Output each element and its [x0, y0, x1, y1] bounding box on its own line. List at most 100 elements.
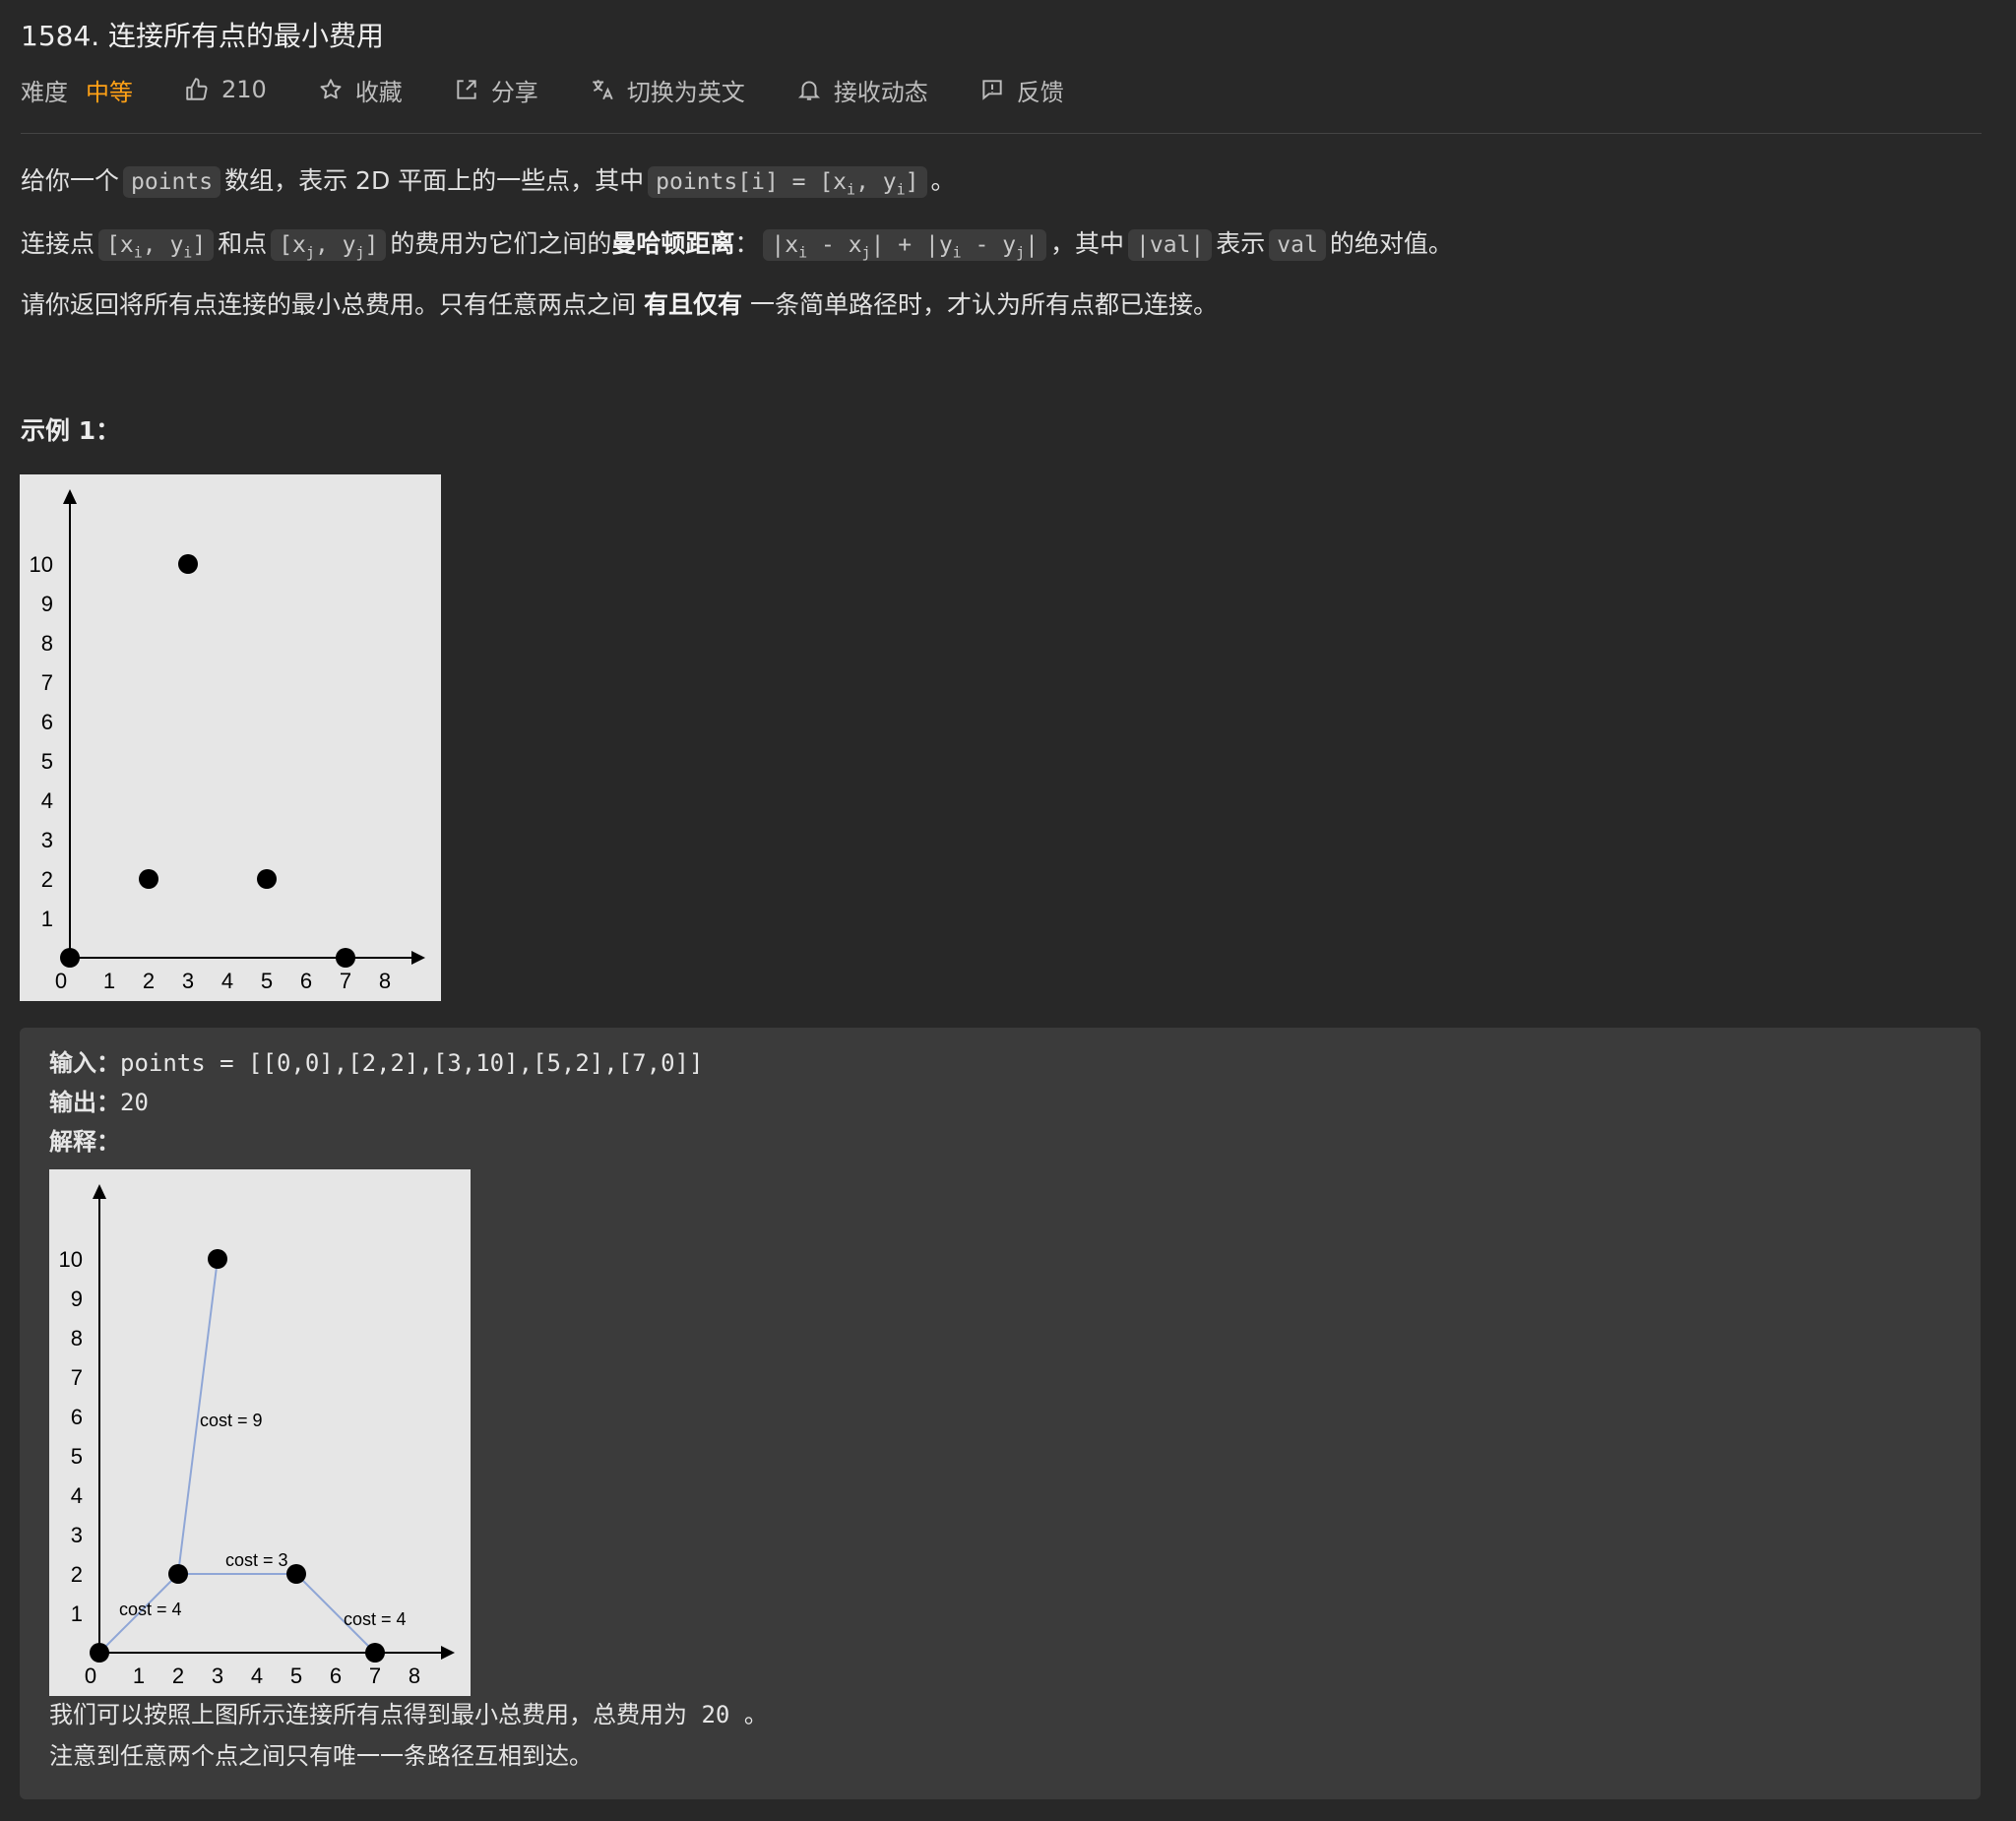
- x-tick-label: 4: [221, 969, 233, 993]
- subscribe-label: 接收动态: [833, 78, 928, 106]
- text: 的绝对值。: [1329, 229, 1453, 258]
- problem-meta-bar: 难度 中等 210 收藏 分享 切换为英文 接收动态 反馈: [21, 69, 1064, 110]
- difficulty-group: 难度 中等: [21, 73, 133, 107]
- code-part: points[i] = [x: [656, 169, 848, 195]
- share-icon: [457, 80, 476, 99]
- example-figure-mst: 0 1 2 3 4 5 6 7 8 1 2 3 4 5 6 7 8 9 10 cost = 4 cost = 9 cost…: [49, 1169, 471, 1696]
- data-point: [208, 1249, 227, 1269]
- header-divider: [21, 133, 1982, 134]
- y-tick-label: 7: [41, 670, 53, 695]
- data-point: [60, 948, 80, 968]
- thumbs-up-icon: [186, 78, 208, 100]
- x-tick-label: 3: [182, 969, 194, 993]
- y-tick-label: 2: [71, 1562, 83, 1587]
- x-tick-label: 8: [379, 969, 391, 993]
- bold-term: 曼哈顿距离: [611, 229, 735, 258]
- note-line-1: 我们可以按照上图所示连接所有点得到最小总费用，总费用为 20 。: [49, 1697, 768, 1732]
- x-tick-label: 1: [103, 969, 115, 993]
- x-tick-label: 6: [330, 1664, 342, 1688]
- code-val: val: [1269, 229, 1326, 261]
- like-button[interactable]: 210: [184, 76, 267, 103]
- y-tick-label: 2: [41, 867, 53, 892]
- text: ：: [734, 229, 760, 258]
- x-axis-arrow: [441, 1646, 455, 1660]
- x-tick-label: 2: [172, 1664, 184, 1688]
- data-point: [178, 554, 198, 574]
- code-part: ]: [905, 169, 919, 195]
- x-tick-label: 5: [261, 969, 273, 993]
- feedback-button[interactable]: 反馈: [979, 73, 1064, 107]
- y-tick-label: 10: [30, 552, 53, 577]
- edge-cost-label: cost = 4: [119, 1600, 182, 1619]
- x-tick-label: 5: [290, 1664, 302, 1688]
- y-tick-label: 1: [41, 907, 53, 931]
- text: 请你返回将所有点连接的最小总费用。只有任意两点之间: [21, 290, 637, 319]
- y-tick-label: 3: [41, 828, 53, 852]
- y-tick-label: 8: [71, 1326, 83, 1350]
- y-tick-label: 9: [71, 1287, 83, 1311]
- note-text: 。: [743, 1701, 768, 1728]
- y-axis-arrow: [63, 489, 77, 504]
- example-block: 输入：points = [[0,0],[2,2],[3,10],[5,2],[7…: [20, 1028, 1981, 1799]
- edge-cost-label: cost = 9: [200, 1411, 263, 1430]
- explain-line: 解释：: [49, 1124, 120, 1160]
- mst-chart: 0 1 2 3 4 5 6 7 8 1 2 3 4 5 6 7 8 9 10 cost = 4 cost = 9 cost…: [59, 1184, 455, 1688]
- data-point: [336, 948, 355, 968]
- y-tick-label: 5: [71, 1444, 83, 1469]
- problem-page: 1584. 连接所有点的最小费用 难度 中等 210 收藏 分享 切换为英文 接…: [0, 0, 2016, 1821]
- data-point: [168, 1564, 188, 1584]
- switch-language-button[interactable]: 切换为英文: [590, 73, 745, 107]
- explain-label: 解释：: [49, 1128, 120, 1156]
- like-count: 210: [221, 76, 267, 103]
- y-tick-label: 4: [71, 1483, 83, 1508]
- x-tick-label: 7: [340, 969, 351, 993]
- y-tick-label: 9: [41, 592, 53, 616]
- example-title: 示例 1：: [21, 416, 121, 445]
- x-tick-label: 1: [133, 1664, 145, 1688]
- text: 一条简单路径时，才认为所有点都已连接。: [749, 290, 1218, 319]
- data-point: [286, 1564, 306, 1584]
- note-line-2: 注意到任意两个点之间只有唯一一条路径互相到达。: [49, 1738, 593, 1774]
- favorite-button[interactable]: 收藏: [318, 73, 403, 107]
- code-points: points: [123, 166, 221, 198]
- bell-icon: [797, 81, 820, 100]
- y-tick-label: 6: [71, 1405, 83, 1429]
- feedback-icon: [982, 80, 1002, 100]
- output-label: 输出：: [49, 1089, 120, 1116]
- text: 表示: [1216, 229, 1266, 258]
- text: 和点: [218, 229, 268, 258]
- code-part: , y: [855, 169, 897, 195]
- text: 连接点: [21, 229, 95, 258]
- code-point-j: [xj, yj]: [271, 229, 387, 262]
- favorite-label: 收藏: [354, 78, 403, 106]
- problem-title: 1584. 连接所有点的最小费用: [21, 20, 385, 52]
- code-point-i: [xi, yi]: [98, 229, 215, 262]
- data-point: [90, 1643, 109, 1663]
- x-tick-label: 0: [85, 1664, 96, 1688]
- text: 给你一个: [21, 166, 120, 195]
- note-text: 我们可以按照上图所示连接所有点得到最小总费用，总费用为: [49, 1701, 687, 1728]
- subscript: i: [896, 180, 906, 199]
- data-point: [139, 869, 158, 889]
- y-tick-label: 5: [41, 749, 53, 774]
- translate-icon: [593, 80, 613, 100]
- text: 的费用为它们之间的: [390, 229, 612, 258]
- x-tick-label: 7: [369, 1664, 381, 1688]
- x-tick-label: 4: [251, 1664, 263, 1688]
- subscribe-button[interactable]: 接收动态: [796, 73, 928, 107]
- y-tick-label: 7: [71, 1365, 83, 1390]
- y-tick-label: 6: [41, 710, 53, 734]
- example-figure-points: 0 1 2 3 4 5 6 7 8 1 2 3 4 5 6 7 8 9 10: [20, 474, 441, 1001]
- edge-cost-label: cost = 3: [225, 1550, 288, 1570]
- share-label: 分享: [490, 78, 538, 106]
- switch-language-label: 切换为英文: [626, 78, 745, 106]
- code-abs-val: |val|: [1128, 229, 1213, 261]
- code-points-i: points[i] = [xi, yi]: [648, 166, 927, 199]
- code-manhattan-formula: |xi - xj| + |yi - yj|: [763, 229, 1046, 262]
- share-button[interactable]: 分享: [454, 73, 538, 107]
- text: 数组，表示 2D 平面上的一些点，其中: [224, 166, 645, 195]
- bold-term: 有且仅有: [643, 290, 742, 319]
- description-paragraph-2: 连接点 [xi, yi] 和点 [xj, yj] 的费用为它们之间的曼哈顿距离： |xi …: [21, 222, 1453, 275]
- output-line: 输出：20: [49, 1085, 149, 1120]
- subscript: i: [847, 180, 856, 199]
